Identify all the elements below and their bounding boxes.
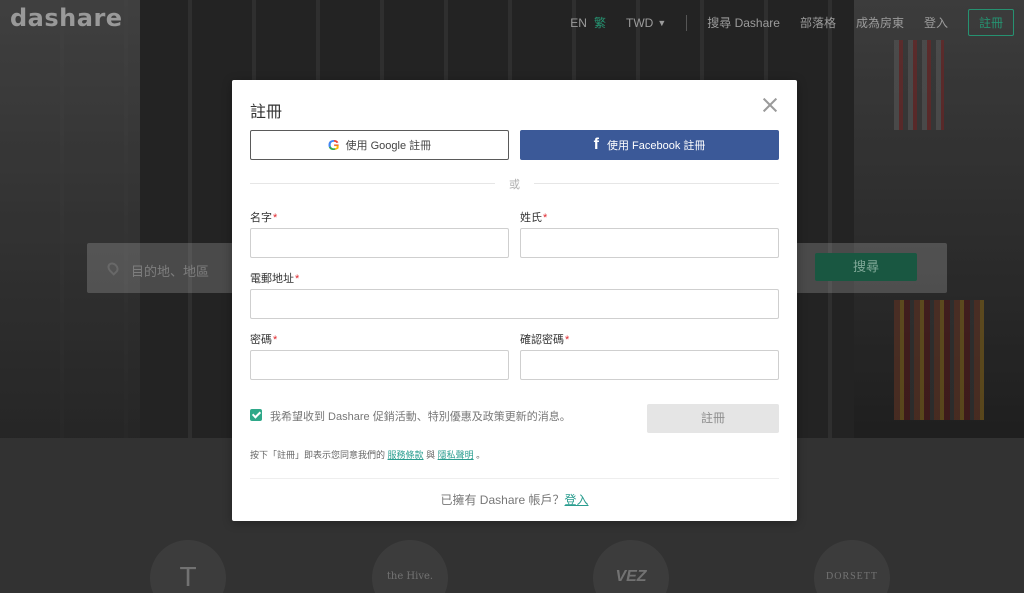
divider-line-right — [534, 183, 779, 184]
divider-line-left — [250, 183, 495, 184]
login-link[interactable]: 登入 — [565, 493, 589, 507]
confirm-password-field[interactable] — [520, 350, 779, 380]
confirm-password-label: 確認密碼* — [520, 334, 570, 346]
google-signup-button[interactable]: G 使用 Google 註冊 — [250, 130, 509, 160]
last-name-field[interactable] — [520, 228, 779, 258]
or-divider-text: 或 — [509, 179, 520, 191]
password-field[interactable] — [250, 350, 509, 380]
privacy-policy-link[interactable]: 隱私聲明 — [438, 450, 474, 460]
first-name-field[interactable] — [250, 228, 509, 258]
signup-modal: 註冊 G 使用 Google 註冊 f 使用 Facebook 註冊 或 名字*… — [232, 80, 797, 521]
google-signup-label: 使用 Google 註冊 — [345, 140, 432, 152]
required-mark: * — [295, 273, 300, 285]
footer-divider — [250, 478, 779, 479]
required-mark: * — [273, 334, 278, 346]
signup-submit-button[interactable]: 註冊 — [647, 404, 779, 433]
modal-title: 註冊 — [250, 104, 283, 121]
google-icon: G — [327, 136, 340, 154]
required-mark: * — [543, 212, 548, 224]
login-prompt: 已擁有 Dashare 帳戶？登入 — [440, 493, 589, 507]
required-mark: * — [565, 334, 570, 346]
terms-notice: 按下「註冊」即表示您同意我們的 服務條款 與 隱私聲明 。 — [250, 450, 486, 460]
newsletter-label[interactable]: 我希望收到 Dashare 促銷活動、特別優惠及政策更新的消息。 — [270, 408, 571, 424]
facebook-signup-label: 使用 Facebook 註冊 — [606, 140, 706, 152]
facebook-signup-button[interactable]: f 使用 Facebook 註冊 — [520, 130, 779, 160]
password-label: 密碼* — [250, 334, 278, 346]
required-mark: * — [273, 212, 278, 224]
email-field[interactable] — [250, 289, 779, 319]
newsletter-checkbox[interactable] — [250, 409, 262, 421]
terms-of-service-link[interactable]: 服務條款 — [388, 450, 424, 460]
email-label: 電郵地址* — [250, 273, 300, 285]
facebook-icon: f — [593, 136, 599, 153]
close-icon[interactable] — [761, 96, 779, 114]
last-name-label: 姓氏* — [520, 212, 548, 224]
first-name-label: 名字* — [250, 212, 278, 224]
